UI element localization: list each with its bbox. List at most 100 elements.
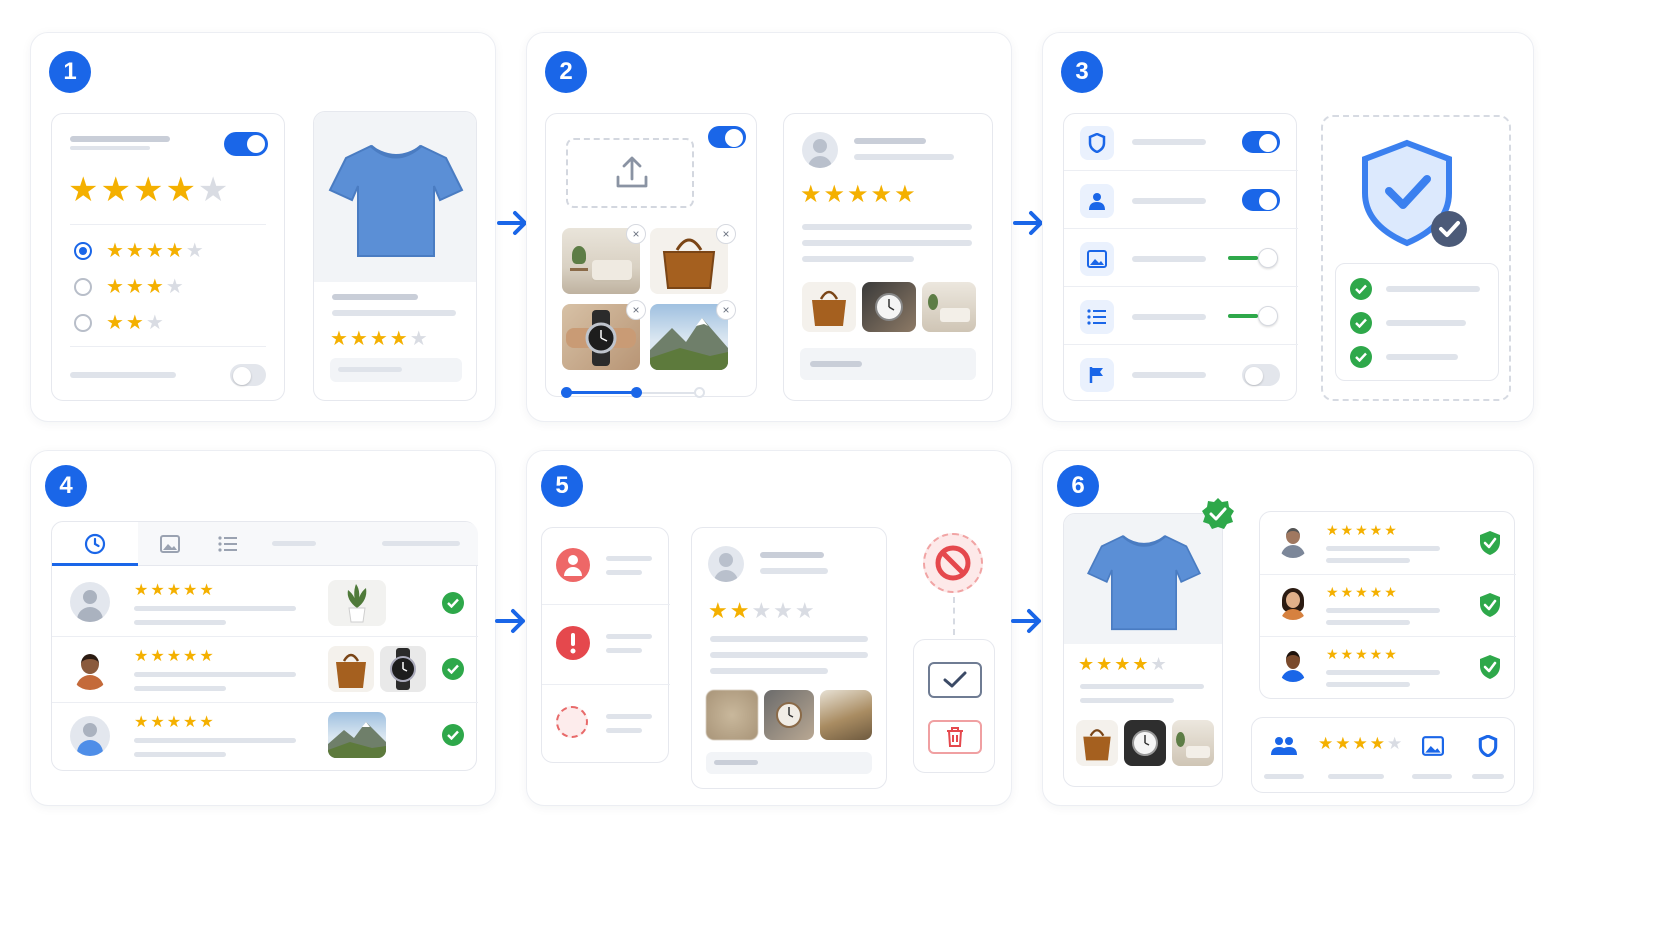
shield-icon	[1478, 735, 1498, 757]
avatar-body	[1281, 609, 1305, 620]
review-row-3-approved-icon	[442, 724, 464, 746]
review-row-1-line-1	[134, 606, 296, 611]
delete-button[interactable]	[928, 720, 982, 754]
product-image-area	[314, 112, 476, 282]
flagged-meta-line	[760, 568, 828, 574]
approved-row-1-shield-icon	[1480, 531, 1500, 555]
tab-more-line[interactable]	[272, 541, 316, 546]
filter-toggle[interactable]	[224, 132, 268, 156]
rating-option-2-stars: ★★★	[106, 310, 166, 335]
published-badge-icon	[1201, 497, 1235, 531]
step-badge-1: 1	[49, 51, 91, 93]
arrow-5-to-6	[1010, 606, 1044, 641]
rating-filter-card: ★★★★★ ★★★★★ ★★★★ ★★★	[51, 113, 285, 401]
review-text-line-1	[802, 224, 972, 230]
settings-row-3-line	[1132, 256, 1206, 262]
remove-thumb-1-button[interactable]: ×	[626, 224, 646, 244]
handbag-icon	[336, 653, 366, 688]
flagged-empty-stars: ★★★	[751, 598, 817, 623]
option-4-filled: ★★★★	[106, 240, 186, 262]
checklist-card	[1335, 263, 1499, 381]
approve-button[interactable]	[928, 662, 982, 698]
tab-images[interactable]	[138, 522, 202, 566]
review-row-2-stars: ★★★★★	[134, 648, 216, 665]
arrow-1-to-2	[496, 208, 530, 243]
flagged-filled-stars: ★★	[708, 598, 752, 623]
review-row-2-photo-bag	[328, 646, 374, 692]
review-text-line-2	[802, 240, 972, 246]
flagged-photo-blurred-1	[706, 690, 758, 740]
room-sofa-shape	[1186, 746, 1210, 758]
upload-toggle[interactable]	[708, 126, 746, 148]
approved-row-2-avatar	[1276, 586, 1310, 620]
settings-row-5-toggle[interactable]	[1242, 364, 1280, 386]
rating-option-3-radio[interactable]	[74, 278, 92, 296]
filter-footer-toggle[interactable]	[230, 364, 266, 386]
approved-row-3-line-1	[1326, 670, 1440, 675]
remove-thumb-2-button[interactable]: ×	[716, 224, 736, 244]
verification-area	[1321, 115, 1511, 401]
settings-row-4-slider-handle[interactable]	[1258, 306, 1278, 326]
progress-dot-2[interactable]	[631, 387, 642, 398]
block-action-icon[interactable]	[923, 533, 983, 593]
tab-filter-line[interactable]	[382, 541, 460, 546]
remove-thumb-4-button[interactable]: ×	[716, 300, 736, 320]
plant-icon	[347, 584, 367, 623]
settings-divider-3	[1064, 286, 1298, 287]
avatar-body	[1281, 670, 1305, 682]
shield-icon	[1088, 133, 1106, 153]
avatar-head	[719, 553, 733, 567]
queue-divider-1	[542, 604, 670, 605]
tab-list[interactable]	[202, 522, 254, 566]
flagged-photo-watch	[764, 690, 814, 740]
summary-trust-line	[1472, 774, 1504, 779]
summary-rating-stars: ★★★★★	[1318, 734, 1404, 754]
option-3-filled: ★★★	[106, 276, 166, 298]
published-photo-watch	[1124, 720, 1166, 766]
approved-row-1-stars: ★★★★★	[1326, 522, 1399, 538]
image-icon	[160, 535, 180, 553]
settings-row-3-slider-handle[interactable]	[1258, 248, 1278, 268]
rating-option-2-radio[interactable]	[74, 314, 92, 332]
settings-row-1-toggle[interactable]	[1242, 131, 1280, 153]
remove-thumb-3-button[interactable]: ×	[626, 300, 646, 320]
settings-row-3-slider-fill	[1228, 256, 1258, 260]
arrow-2-to-3	[1012, 208, 1046, 243]
step-badge-4: 4	[45, 465, 87, 507]
review-preview-card: ★★★★★	[783, 113, 993, 401]
review-row-2-line-2	[134, 686, 226, 691]
step-6-panel: 6 ★★★★★ ★★★★★ ★★★★★ ★★★★★ ★★★★★	[1042, 450, 1534, 806]
rating-option-4-radio[interactable]	[74, 242, 92, 260]
moderation-actions-card	[913, 639, 995, 773]
filled-stars: ★★★★	[68, 171, 198, 209]
settings-row-2-icon-box	[1080, 184, 1114, 218]
upload-progress-fill	[566, 391, 636, 394]
reviewer-meta-line	[854, 154, 954, 160]
image-icon	[1422, 736, 1444, 756]
progress-dot-1	[561, 387, 572, 398]
avatar-body	[76, 675, 104, 690]
reviews-list-card: ★★★★★ ★★★★★ ★★★★★	[51, 521, 478, 771]
upload-dropzone[interactable]	[566, 138, 694, 208]
handbag-icon	[812, 290, 846, 326]
queue-row-2-line-1	[606, 634, 652, 639]
published-photo-bag	[1076, 720, 1118, 766]
queue-row-3-line-2	[606, 728, 642, 733]
product-empty-star: ★	[409, 328, 430, 350]
review-row-1-avatar	[70, 582, 110, 622]
step-5-panel: 5 ★★★★★	[526, 450, 1012, 806]
tab-recent[interactable]	[52, 522, 138, 566]
published-photo-room	[1172, 720, 1214, 766]
progress-dot-3	[694, 387, 705, 398]
review-row-3-line-1	[134, 738, 296, 743]
queue-row-3-line-1	[606, 714, 652, 719]
verified-seal-icon	[1202, 498, 1234, 529]
settings-row-4-icon-box	[1080, 300, 1114, 334]
settings-card	[1063, 113, 1298, 401]
settings-row-1-icon-box	[1080, 126, 1114, 160]
settings-row-2-toggle[interactable]	[1242, 189, 1280, 211]
step-badge-6: 6	[1057, 465, 1099, 507]
summary-media-line	[1412, 774, 1452, 779]
step-3-panel: 3	[1042, 32, 1534, 422]
user-head-shape	[568, 555, 578, 565]
